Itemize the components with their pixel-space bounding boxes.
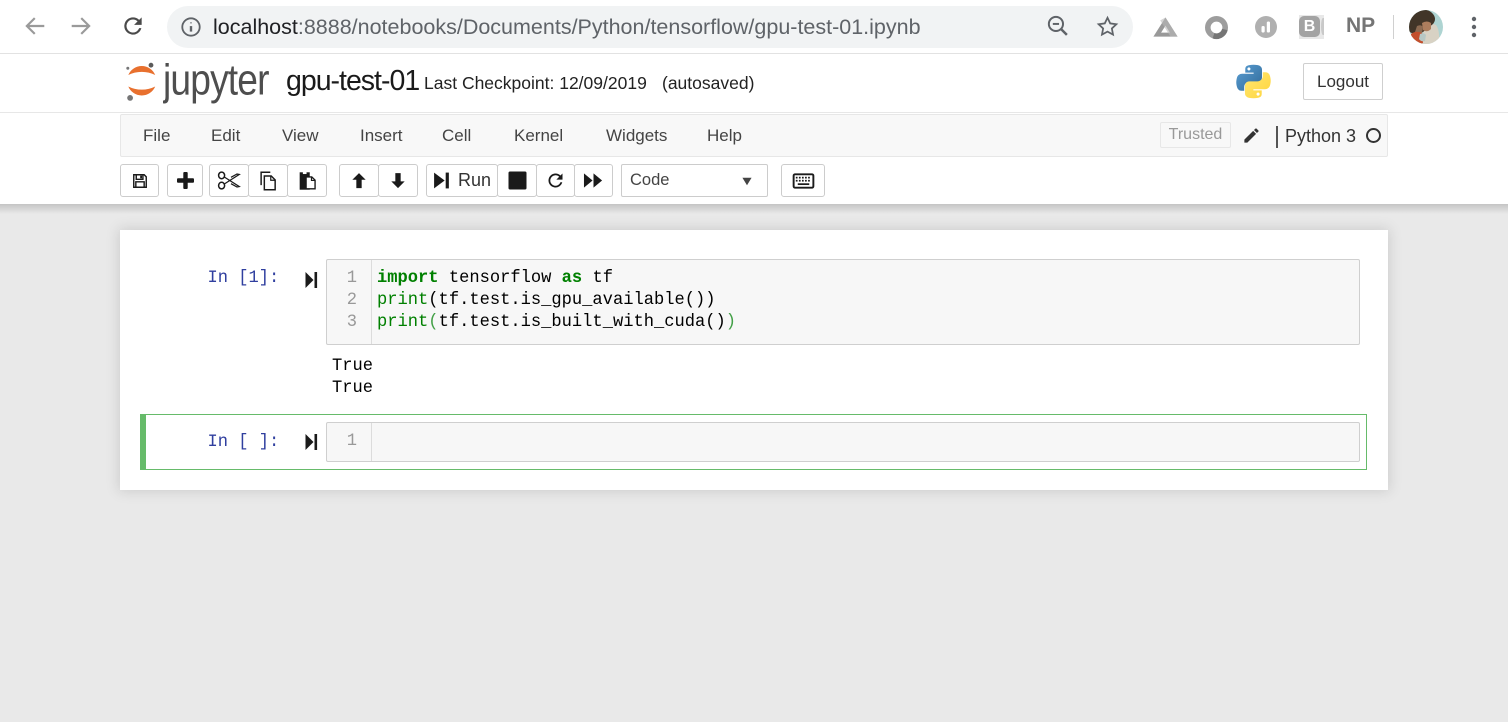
svg-text:jupyter: jupyter [163,57,269,104]
